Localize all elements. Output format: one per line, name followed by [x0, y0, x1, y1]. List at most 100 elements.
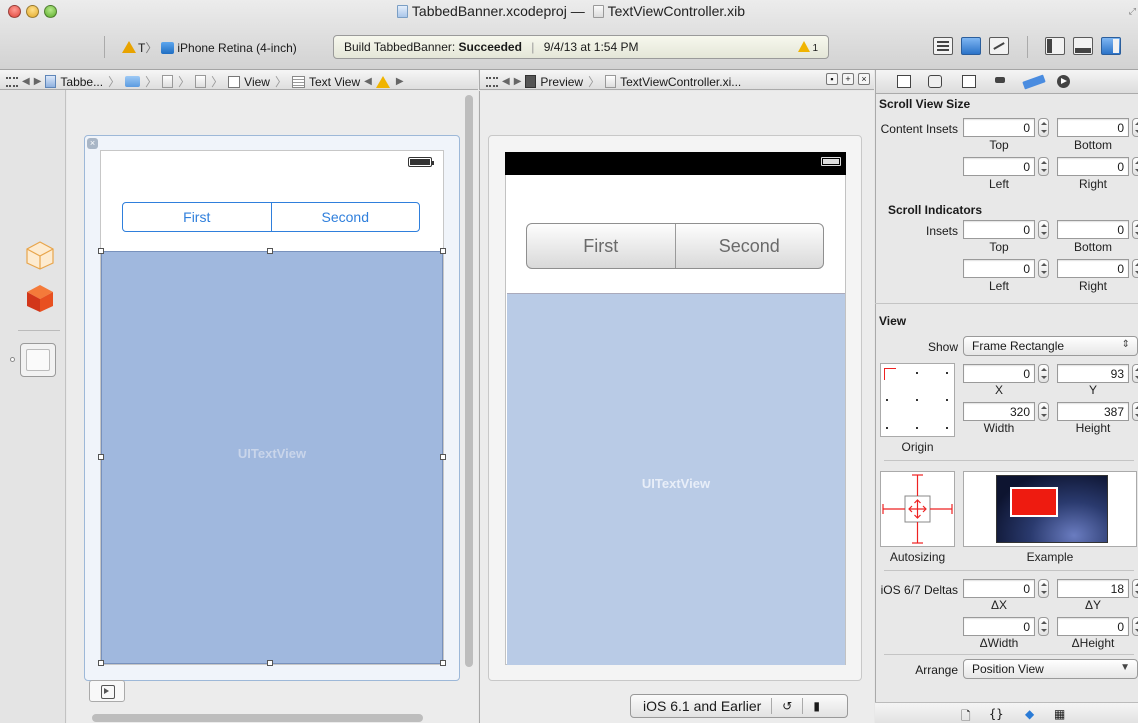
file-template-icon[interactable]: 🗋	[961, 707, 971, 723]
resize-handle[interactable]	[98, 660, 104, 666]
utilities-toggle-icon[interactable]	[1101, 37, 1121, 55]
quick-help-icon[interactable]	[928, 75, 942, 88]
delta-width-stepper[interactable]	[1038, 617, 1049, 636]
attributes-inspector-icon[interactable]	[993, 75, 1007, 88]
add-editor-icon[interactable]: +	[842, 73, 854, 85]
resize-handle[interactable]	[440, 454, 446, 460]
size-inspector-icon[interactable]	[1022, 74, 1046, 90]
scene-close-icon[interactable]: ×	[87, 138, 98, 149]
autosizing-springs-icon[interactable]	[880, 471, 955, 547]
indicator-inset-bottom-stepper[interactable]	[1132, 220, 1138, 239]
origin-point[interactable]	[916, 399, 918, 401]
delta-height-stepper[interactable]	[1132, 617, 1138, 636]
connections-inspector-icon[interactable]	[1057, 75, 1070, 88]
rotate-icon[interactable]: ↺	[782, 699, 792, 713]
delta-y-stepper[interactable]	[1132, 579, 1138, 598]
jumpbar-crumb-textview[interactable]: Text View	[309, 75, 360, 89]
origin-point[interactable]	[946, 399, 948, 401]
related-items-icon[interactable]	[6, 76, 18, 87]
view-object-icon[interactable]	[20, 343, 56, 377]
fullscreen-icon[interactable]: ⤢	[1129, 6, 1136, 17]
content-inset-bottom-stepper[interactable]	[1132, 118, 1138, 137]
version-editor-icon[interactable]	[989, 37, 1009, 55]
object-library-icon[interactable]: ◆	[1025, 707, 1034, 721]
segment-second[interactable]: Second	[270, 203, 420, 231]
origin-point[interactable]	[946, 427, 948, 429]
origin-point[interactable]	[886, 399, 888, 401]
arrange-popup[interactable]: Position View ▼	[963, 659, 1138, 679]
origin-point[interactable]	[946, 372, 948, 374]
delta-x-stepper[interactable]	[1038, 579, 1049, 598]
segment-first[interactable]: First	[123, 203, 271, 231]
frame-x-stepper[interactable]	[1038, 364, 1049, 383]
delta-width-field[interactable]: 0	[963, 617, 1035, 636]
indicator-inset-left-field[interactable]: 0	[963, 259, 1035, 278]
content-inset-right-stepper[interactable]	[1132, 157, 1138, 176]
assistant-editor-icon[interactable]	[961, 37, 981, 55]
warning-badge[interactable]: 1	[798, 41, 818, 54]
placeholder-cube-icon[interactable]	[25, 240, 55, 270]
jumpbar-crumb-file[interactable]: TextViewController.xi...	[620, 75, 741, 89]
file-inspector-icon[interactable]	[897, 75, 911, 88]
canvas-vertical-scrollbar[interactable]	[465, 95, 473, 667]
prev-issue-icon[interactable]: ◀	[364, 76, 372, 87]
frame-x-field[interactable]: 0	[963, 364, 1035, 383]
frame-y-field[interactable]: 93	[1057, 364, 1129, 383]
indicator-inset-bottom-field[interactable]: 0	[1057, 220, 1129, 239]
code-snippet-icon[interactable]: {}	[989, 707, 1003, 721]
forward-arrow-icon[interactable]: ▶	[34, 76, 42, 87]
identity-inspector-icon[interactable]	[962, 75, 976, 88]
back-arrow-icon[interactable]: ◀	[502, 76, 510, 87]
segmented-control[interactable]: First Second	[122, 202, 420, 232]
frame-width-field[interactable]: 320	[963, 402, 1035, 421]
indicator-inset-left-stepper[interactable]	[1038, 259, 1049, 278]
folder-icon[interactable]	[125, 76, 141, 87]
origin-point[interactable]	[886, 427, 888, 429]
next-issue-icon[interactable]: ▶	[396, 76, 404, 87]
frame-width-stepper[interactable]	[1038, 402, 1049, 421]
content-inset-top-field[interactable]: 0	[963, 118, 1035, 137]
show-popup[interactable]: Frame Rectangle ⇕	[963, 336, 1138, 356]
scheme-selector[interactable]: T〉 iPhone Retina (4-inch)	[122, 39, 297, 56]
origin-point[interactable]	[916, 372, 918, 374]
resize-handle[interactable]	[267, 660, 273, 666]
content-inset-top-stepper[interactable]	[1038, 118, 1049, 137]
origin-point[interactable]	[916, 427, 918, 429]
lock-icon[interactable]: ▪	[826, 73, 838, 85]
resize-handle[interactable]	[440, 660, 446, 666]
content-inset-right-field[interactable]: 0	[1057, 157, 1129, 176]
indicator-inset-top-field[interactable]: 0	[963, 220, 1035, 239]
issue-warning-icon[interactable]	[375, 75, 390, 88]
xib-file-icon[interactable]	[195, 75, 207, 88]
ios-version-selector[interactable]: iOS 6.1 and Earlier ↺ ▮	[630, 694, 848, 718]
resize-handle[interactable]	[98, 454, 104, 460]
related-items-icon[interactable]	[486, 76, 498, 87]
delta-height-field[interactable]: 0	[1057, 617, 1129, 636]
indicator-inset-right-field[interactable]: 0	[1057, 259, 1129, 278]
indicator-inset-right-stepper[interactable]	[1132, 259, 1138, 278]
close-editor-icon[interactable]: ×	[858, 73, 870, 85]
resize-handle[interactable]	[98, 248, 104, 254]
indicator-inset-top-stepper[interactable]	[1038, 220, 1049, 239]
first-responder-cube-icon[interactable]	[25, 283, 55, 313]
frame-y-stepper[interactable]	[1132, 364, 1138, 383]
content-inset-bottom-field[interactable]: 0	[1057, 118, 1129, 137]
xib-file-icon[interactable]	[162, 75, 174, 88]
portrait-icon[interactable]: ▮	[813, 699, 820, 713]
media-library-icon[interactable]: ▦	[1054, 707, 1065, 721]
forward-arrow-icon[interactable]: ▶	[514, 76, 522, 87]
disclosure-dot-icon[interactable]	[10, 357, 15, 362]
resize-handle[interactable]	[267, 248, 273, 254]
debug-area-toggle-icon[interactable]	[1073, 37, 1093, 55]
navigator-toggle-icon[interactable]	[1045, 37, 1065, 55]
frame-height-stepper[interactable]	[1132, 402, 1138, 421]
standard-editor-icon[interactable]	[933, 37, 953, 55]
jumpbar-crumb-project[interactable]: Tabbe...	[60, 75, 103, 89]
canvas-horizontal-scrollbar[interactable]	[92, 714, 423, 722]
frame-height-field[interactable]: 387	[1057, 402, 1129, 421]
resize-handle[interactable]	[440, 248, 446, 254]
delta-x-field[interactable]: 0	[963, 579, 1035, 598]
back-arrow-icon[interactable]: ◀	[22, 76, 30, 87]
content-inset-left-field[interactable]: 0	[963, 157, 1035, 176]
delta-y-field[interactable]: 18	[1057, 579, 1129, 598]
